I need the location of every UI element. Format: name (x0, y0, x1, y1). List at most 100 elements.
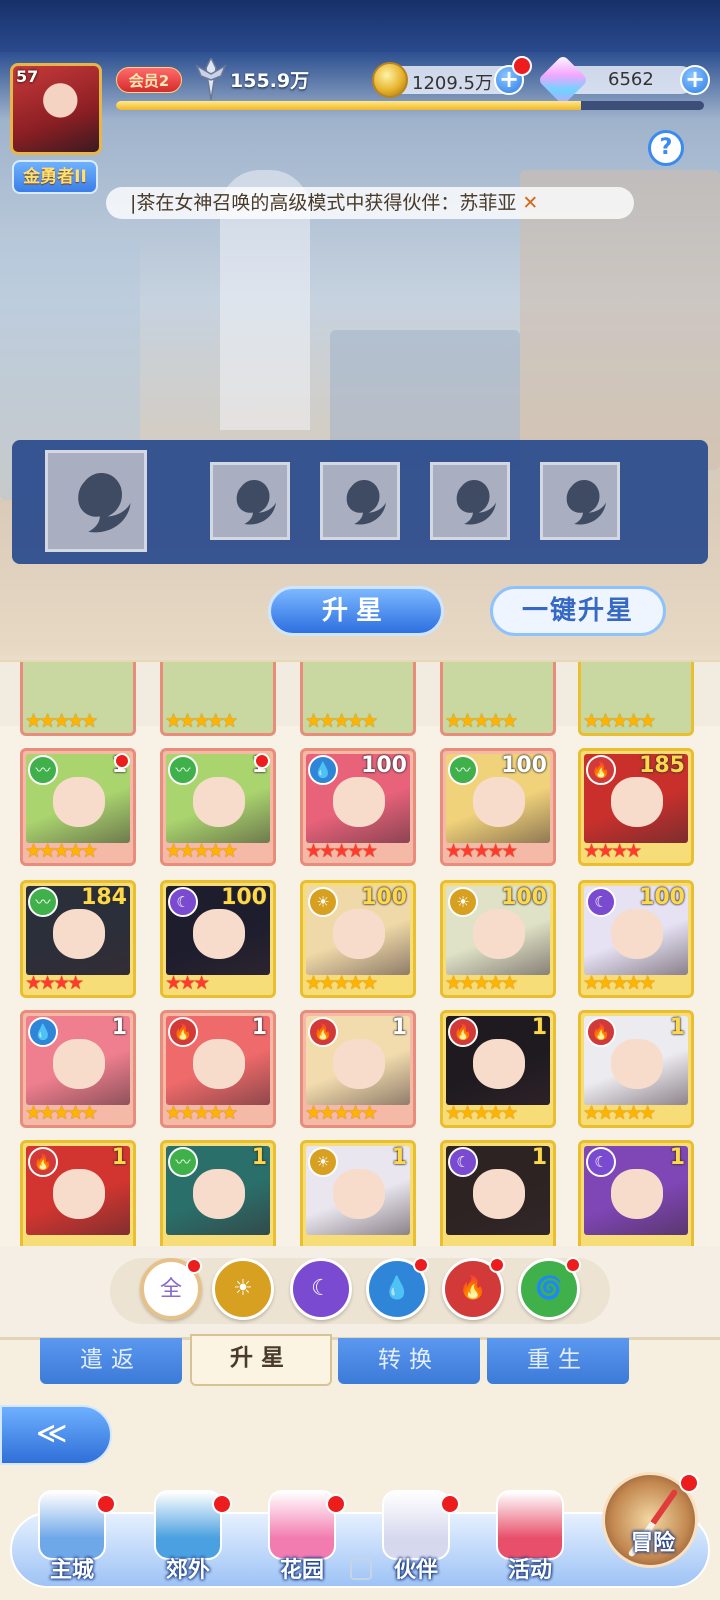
function-tabs: 遣返 升星 转换 重生 (0, 1334, 720, 1386)
hero-stars: ★★★★★ (445, 840, 518, 862)
hero-level: 100 (221, 885, 267, 910)
filter-wind-icon[interactable]: 🌀 (518, 1257, 581, 1320)
hero-stars: ★★★★ (583, 840, 642, 862)
hero-face (53, 1039, 106, 1089)
gold-value: 1209.5万 (412, 73, 493, 94)
hero-silhouette-icon (78, 472, 131, 533)
material-slot-3[interactable] (430, 462, 510, 540)
hero-card[interactable]: 〰1★★★★★ (160, 748, 276, 866)
announcement-text: |茶在女神召唤的高级模式中获得伙伴：苏菲亚 (130, 192, 517, 214)
player-avatar[interactable]: 57 (10, 63, 102, 155)
wind-icon: 〰 (28, 887, 58, 917)
notification-dot (489, 1257, 505, 1273)
hero-stars: ★★★★★ (305, 972, 378, 994)
nav-item-3[interactable]: 伙伴 (364, 1490, 468, 1590)
hero-card-partial[interactable]: ★★★★★ (300, 662, 416, 736)
nav-label: 花园 (279, 1558, 324, 1583)
hero-face (333, 777, 386, 827)
add-gems-button[interactable]: + (680, 65, 710, 95)
hero-card[interactable]: 〰 100 ★★★★★ (440, 748, 556, 866)
water-icon: 💧 (308, 755, 338, 785)
material-slot-4[interactable] (540, 462, 620, 540)
hero-face (333, 909, 386, 959)
nav-label: 郊外 (165, 1558, 210, 1583)
upgrade-all-button[interactable]: 一键升星 (490, 586, 666, 636)
hero-card[interactable]: ☾ 1 (578, 1140, 694, 1258)
hero-card[interactable]: ☾ 100 ★★★ (160, 880, 276, 998)
hero-card[interactable]: 🔥 1 ★★★★★ (578, 1010, 694, 1128)
hero-level: 185 (639, 753, 685, 778)
hero-level: 1 (391, 1145, 407, 1170)
hero-card-partial[interactable]: ★★★★★ (440, 662, 556, 736)
hero-card[interactable]: 💧 1 ★★★★★ (20, 1010, 136, 1128)
wind-icon: 〰 (168, 755, 198, 785)
hero-card-partial[interactable]: ★★★★★ (20, 662, 136, 736)
hero-card[interactable]: ☀ 100 ★★★★★ (440, 880, 556, 998)
material-slot-1[interactable] (210, 462, 290, 540)
hero-face (193, 1039, 246, 1089)
nav-item-2[interactable]: 花园 (250, 1490, 354, 1590)
hero-card[interactable]: 🔥 1 ★★★★★ (160, 1010, 276, 1128)
hero-list-panel[interactable]: 〰1★★★★★〰1★★★★★💧100★★★★★〰100★★★★★🔥185★★★★… (0, 660, 720, 1340)
filter-sun-icon[interactable]: ☀ (212, 1258, 274, 1320)
hero-stars: ★★★★★ (305, 840, 378, 862)
announcement-close-icon[interactable]: ✕ (522, 192, 538, 214)
upgrade-star-button[interactable]: 升星 (268, 586, 444, 636)
hero-face (611, 1169, 664, 1219)
tab-1[interactable]: 升星 (190, 1334, 332, 1386)
sword-power-icon (195, 58, 227, 100)
hero-card[interactable]: 〰 1 (160, 1140, 276, 1258)
hero-card[interactable]: ☀ 1 (300, 1140, 416, 1258)
tab-0[interactable]: 遣返 (40, 1338, 182, 1384)
hero-stars: ★★★★★ (445, 972, 518, 994)
nav-adventure[interactable]: 冒险 (602, 1472, 699, 1568)
nav-label: 伙伴 (393, 1558, 438, 1583)
main-hero-slot[interactable] (45, 450, 147, 552)
notification-dot (413, 1257, 429, 1273)
hero-card-partial[interactable]: ★★★★★ (578, 662, 694, 736)
notification-dot (679, 1473, 699, 1493)
filter-moon-icon[interactable]: ☾ (290, 1258, 352, 1320)
player-level: 57 (16, 67, 39, 86)
hero-face (611, 909, 664, 959)
hero-card[interactable]: ☾ 1 (440, 1140, 556, 1258)
gold-notification-dot (512, 56, 532, 76)
hero-silhouette-icon (566, 479, 606, 525)
rank-badge[interactable]: 金勇者II (12, 160, 98, 194)
hero-card-partial[interactable]: ★★★★★ (160, 662, 276, 736)
hero-card[interactable]: 🔥 1 ★★★★★ (300, 1010, 416, 1128)
hero-face (53, 909, 106, 959)
material-slot-2[interactable] (320, 462, 400, 540)
vip-badge[interactable]: 会员2 (116, 67, 182, 93)
hero-card[interactable]: 💧 100 ★★★★★ (300, 748, 416, 866)
nav-item-4[interactable]: 活动 (478, 1490, 582, 1590)
power-value: 155.9万 (230, 70, 310, 92)
tab-3[interactable]: 重生 (487, 1338, 629, 1384)
hero-level: 1 (669, 1015, 685, 1040)
filter-fire-icon[interactable]: 🔥 (442, 1257, 505, 1320)
hero-face (333, 1169, 386, 1219)
hero-card[interactable]: 〰1★★★★★ (20, 748, 136, 866)
hero-face (611, 1039, 664, 1089)
tab-2[interactable]: 转换 (338, 1338, 480, 1384)
nav-item-1[interactable]: 郊外 (136, 1490, 240, 1590)
hero-stars: ★★★★★ (583, 972, 656, 994)
notification-dot (254, 753, 270, 769)
nav-item-0[interactable]: 主城 (20, 1490, 124, 1590)
hero-card[interactable]: 🔥 1 (20, 1140, 136, 1258)
hero-card[interactable]: ☾ 100 ★★★★★ (578, 880, 694, 998)
fire-icon: 🔥 (586, 755, 616, 785)
fire-icon: 🔥 (308, 1017, 338, 1047)
hero-silhouette-icon (456, 479, 496, 525)
hero-card[interactable]: 🔥 1 ★★★★★ (440, 1010, 556, 1128)
filter-all-icon[interactable]: 全 (140, 1258, 202, 1320)
help-button[interactable]: ? (648, 130, 684, 166)
side-menu-toggle[interactable]: ≪ (0, 1405, 112, 1465)
hero-level: 1 (391, 1015, 407, 1040)
filter-water-icon[interactable]: 💧 (366, 1257, 429, 1320)
hero-card[interactable]: ☀ 100 ★★★★★ (300, 880, 416, 998)
hero-card[interactable]: 🔥 185 ★★★★ (578, 748, 694, 866)
hero-level: 100 (501, 885, 547, 910)
hero-card[interactable]: 〰 184 ★★★★ (20, 880, 136, 998)
hero-stars: ★★★★★ (25, 1102, 98, 1124)
